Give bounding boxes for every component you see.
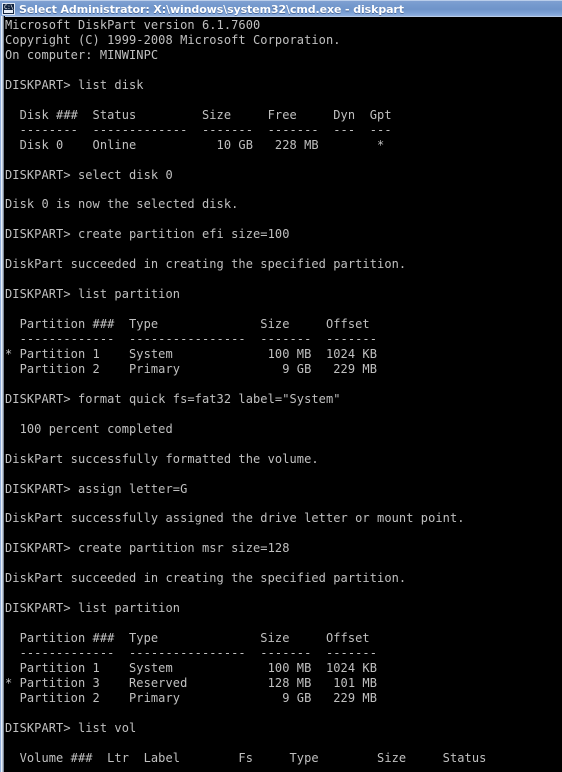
cmd-console-icon[interactable]: C:\: [2, 3, 15, 15]
cmd-icon-bar: [4, 10, 13, 13]
window-title: Select Administrator: X:\windows\system3…: [19, 2, 404, 16]
console-window: C:\ Select Administrator: X:\windows\sys…: [0, 0, 562, 772]
console-text: Microsoft DiskPart version 6.1.7600 Copy…: [5, 18, 508, 772]
window-titlebar[interactable]: C:\ Select Administrator: X:\windows\sys…: [0, 0, 562, 17]
console-output-area[interactable]: Microsoft DiskPart version 6.1.7600 Copy…: [5, 18, 562, 772]
